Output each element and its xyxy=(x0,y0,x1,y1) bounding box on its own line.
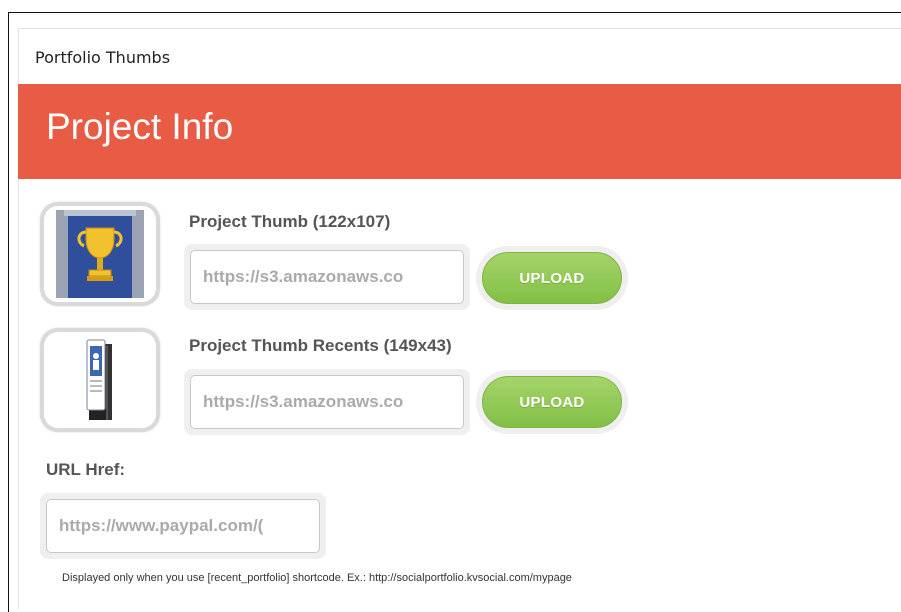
project-thumb-label: Project Thumb (122x107) xyxy=(189,212,391,231)
project-thumb-recents-upload-button[interactable]: UPLOAD xyxy=(482,376,622,428)
panel-title: Portfolio Thumbs xyxy=(35,48,171,67)
project-thumb-upload-wrap: UPLOAD xyxy=(476,246,628,310)
phone-stack-thumbnail-icon xyxy=(86,339,112,420)
project-thumb-recents-input[interactable] xyxy=(190,375,464,429)
project-thumb-recents-input-wrap xyxy=(184,369,470,435)
url-href-label: URL Href: xyxy=(46,460,126,479)
project-info-banner: Project Info xyxy=(18,84,901,179)
project-thumb-input-wrap xyxy=(184,244,470,310)
project-thumb-input[interactable] xyxy=(190,250,464,304)
url-href-input-wrap xyxy=(40,493,326,559)
project-thumb-recents-upload-wrap: UPLOAD xyxy=(476,370,628,434)
project-thumb-upload-button[interactable]: UPLOAD xyxy=(482,252,622,304)
url-href-help-text: Displayed only when you use [recent_port… xyxy=(62,572,572,584)
banner-title: Project Info xyxy=(46,106,234,147)
trophy-thumbnail-icon xyxy=(56,210,144,298)
project-thumb-recents-preview xyxy=(40,328,160,432)
project-thumb-preview xyxy=(40,202,160,306)
project-thumb-recents-label: Project Thumb Recents (149x43) xyxy=(189,336,452,355)
url-href-input[interactable] xyxy=(46,499,320,553)
